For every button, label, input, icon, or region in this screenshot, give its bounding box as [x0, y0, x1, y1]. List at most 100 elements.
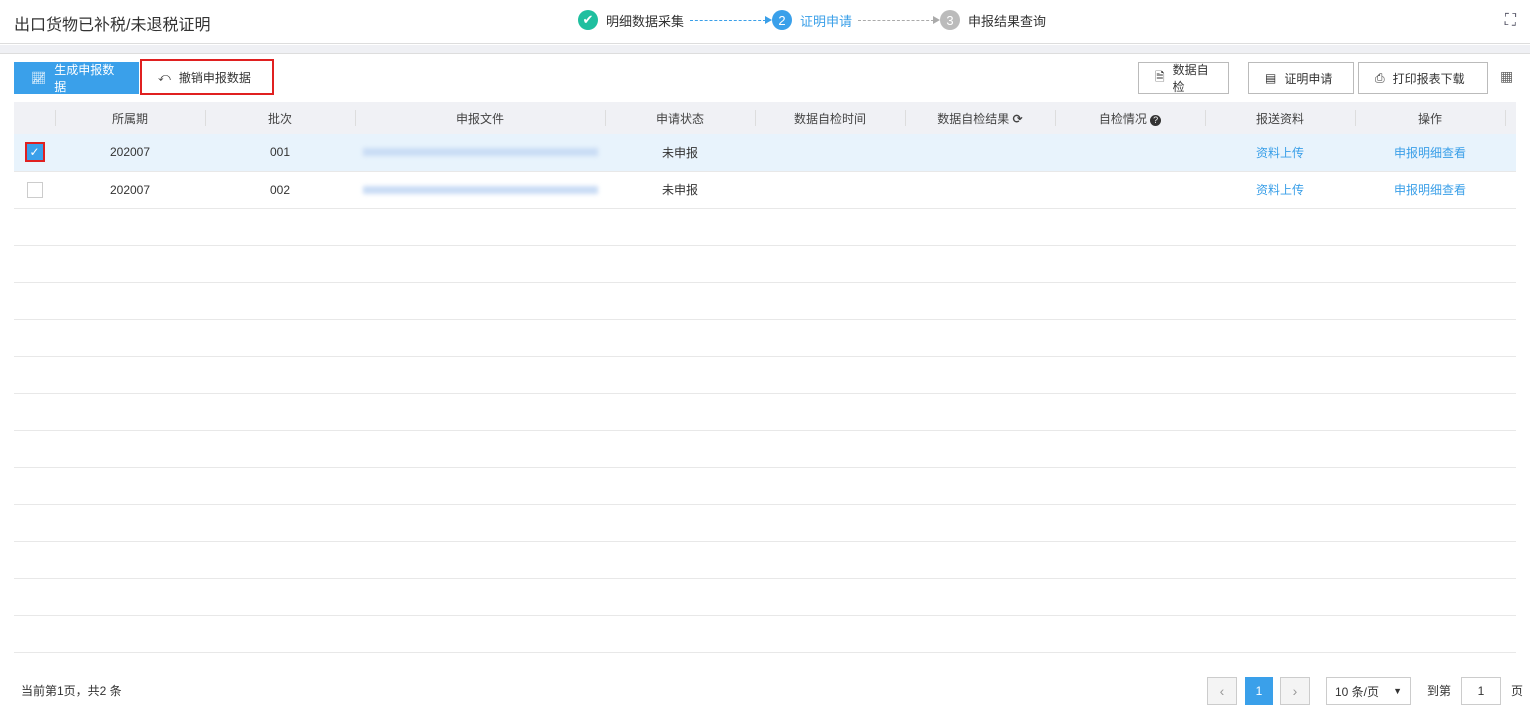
- table-row[interactable]: ✓ 202007 001 未申报 资料上传 申报明细查看: [14, 134, 1516, 172]
- col-action[interactable]: 操作: [1355, 102, 1505, 134]
- step-label: 明细数据采集: [606, 13, 685, 29]
- document-icon: ▤: [1265, 71, 1277, 85]
- printer-icon: ⎙: [1375, 70, 1385, 85]
- period-cell: 202007: [55, 134, 205, 172]
- file-cell[interactable]: [355, 171, 605, 209]
- row-select-cell: [14, 171, 55, 209]
- page-title: 出口货物已补税/未退税证明: [14, 17, 211, 34]
- col-status[interactable]: 申请状态: [605, 102, 755, 134]
- goto-page-input[interactable]: 1: [1461, 677, 1501, 705]
- col-check-result[interactable]: 数据自检结果 ⟳: [905, 102, 1055, 134]
- empty-row: [14, 356, 1516, 394]
- print-button[interactable]: ⎙ 打印报表下载: [1358, 62, 1488, 94]
- file-check-icon: 🗎: [1155, 69, 1165, 84]
- view-detail-link[interactable]: 申报明细查看: [1394, 183, 1466, 197]
- goto-label: 到第: [1427, 684, 1452, 698]
- col-spacer: [1505, 102, 1516, 134]
- batch-cell: 002: [205, 171, 355, 209]
- step-arrow: [690, 15, 773, 24]
- upload-cell: 资料上传: [1205, 134, 1355, 172]
- page-unit-label: 页: [1511, 684, 1524, 698]
- column-settings-icon[interactable]: ▦: [1500, 68, 1513, 85]
- self-check-button[interactable]: 🗎 数据自检: [1138, 62, 1229, 94]
- button-label: 证明申请: [1284, 71, 1333, 86]
- col-batch[interactable]: 批次: [205, 102, 355, 134]
- col-check-info[interactable]: 自检情况 ?: [1055, 102, 1205, 134]
- dropdown-arrow-icon: ▼: [1393, 686, 1402, 696]
- check-result-cell: [905, 171, 1055, 209]
- empty-row: [14, 282, 1516, 320]
- page-1-button[interactable]: 1: [1245, 677, 1273, 705]
- col-label: 数据自检结果: [937, 111, 1010, 126]
- empty-row: [14, 319, 1516, 357]
- step-3[interactable]: 3 申报结果查询: [940, 10, 1046, 30]
- blurred-file-name: [362, 148, 598, 157]
- status-cell: 未申报: [605, 134, 755, 172]
- col-period[interactable]: 所属期: [55, 102, 205, 134]
- blurred-file-name: [362, 185, 598, 194]
- step-2[interactable]: 2 证明申请: [772, 10, 852, 30]
- prev-page-button[interactable]: ‹: [1207, 677, 1237, 705]
- row-checkbox[interactable]: ✓: [24, 142, 45, 163]
- empty-row: [14, 430, 1516, 468]
- step-arrow: [858, 15, 941, 24]
- data-table: 所属期 批次 申报文件 申请状态 数据自检时间 数据自检结果 ⟳ 自检情况 ? …: [14, 102, 1516, 653]
- check-result-cell: [905, 134, 1055, 172]
- next-page-button[interactable]: ›: [1280, 677, 1310, 705]
- spacer-cell: [1505, 134, 1516, 172]
- header: 出口货物已补税/未退税证明 ✔ 明细数据采集 2 证明申请 3 申报结果查询 ⛶: [0, 0, 1530, 44]
- divider-band: [0, 45, 1530, 54]
- refresh-icon[interactable]: ⟳: [1013, 112, 1023, 126]
- batch-cell: 001: [205, 134, 355, 172]
- view-detail-link[interactable]: 申报明细查看: [1394, 146, 1466, 160]
- button-label: 打印报表下载: [1392, 71, 1465, 86]
- select-all-header: [14, 102, 55, 134]
- action-cell: 申报明细查看: [1355, 134, 1505, 172]
- fullscreen-icon[interactable]: ⛶: [1505, 12, 1516, 30]
- col-upload[interactable]: 报送资料: [1205, 102, 1355, 134]
- empty-row: [14, 467, 1516, 505]
- step-1[interactable]: ✔ 明细数据采集: [578, 10, 684, 30]
- undo-icon: ⤺: [158, 69, 171, 84]
- check-time-cell: [755, 134, 905, 172]
- action-cell: 申报明细查看: [1355, 171, 1505, 209]
- empty-row: [14, 504, 1516, 542]
- check-info-cell: [1055, 134, 1205, 172]
- step-number: 2: [772, 10, 793, 30]
- page-size-value: 10 条/页: [1335, 684, 1380, 699]
- apply-button[interactable]: ▤ 证明申请: [1248, 62, 1354, 94]
- spacer-cell: [1505, 171, 1516, 209]
- empty-row: [14, 245, 1516, 283]
- pagination-bar: 当前第1页，共2 条 ‹ 1 › 10 条/页 ▼ 到第 1 页: [0, 660, 1530, 708]
- empty-row: [14, 615, 1516, 653]
- revoke-data-button[interactable]: ⤺ 撤销申报数据: [140, 59, 274, 95]
- step-label: 证明申请: [800, 13, 853, 29]
- help-icon[interactable]: ?: [1150, 114, 1162, 126]
- row-checkbox[interactable]: [26, 181, 43, 198]
- file-cell[interactable]: [355, 134, 605, 172]
- upload-cell: 资料上传: [1205, 171, 1355, 209]
- page-summary: 当前第1页，共2 条: [21, 684, 122, 698]
- col-file[interactable]: 申报文件: [355, 102, 605, 134]
- row-select-cell: ✓: [14, 134, 55, 172]
- page-size-select[interactable]: 10 条/页 ▼: [1326, 677, 1411, 705]
- stepper: ✔ 明细数据采集 2 证明申请 3 申报结果查询: [578, 10, 1046, 30]
- button-label: 撤销申报数据: [178, 70, 251, 85]
- generate-data-button[interactable]: 📈︎ 生成申报数据: [14, 62, 139, 94]
- status-cell: 未申报: [605, 171, 755, 209]
- upload-link[interactable]: 资料上传: [1256, 183, 1304, 197]
- check-circle-icon: ✔: [578, 10, 598, 30]
- empty-row: [14, 393, 1516, 431]
- empty-row: [14, 208, 1516, 246]
- step-label: 申报结果查询: [968, 13, 1047, 29]
- empty-row: [14, 578, 1516, 616]
- table-row[interactable]: 202007 002 未申报 资料上传 申报明细查看: [14, 171, 1516, 209]
- button-label: 数据自检: [1172, 63, 1209, 94]
- col-label: 自检情况: [1098, 111, 1147, 126]
- chart-icon: 📈︎: [31, 71, 47, 85]
- upload-link[interactable]: 资料上传: [1256, 146, 1304, 160]
- table-header: 所属期 批次 申报文件 申请状态 数据自检时间 数据自检结果 ⟳ 自检情况 ? …: [14, 102, 1516, 134]
- button-label: 生成申报数据: [54, 63, 115, 94]
- period-cell: 202007: [55, 171, 205, 209]
- col-check-time[interactable]: 数据自检时间: [755, 102, 905, 134]
